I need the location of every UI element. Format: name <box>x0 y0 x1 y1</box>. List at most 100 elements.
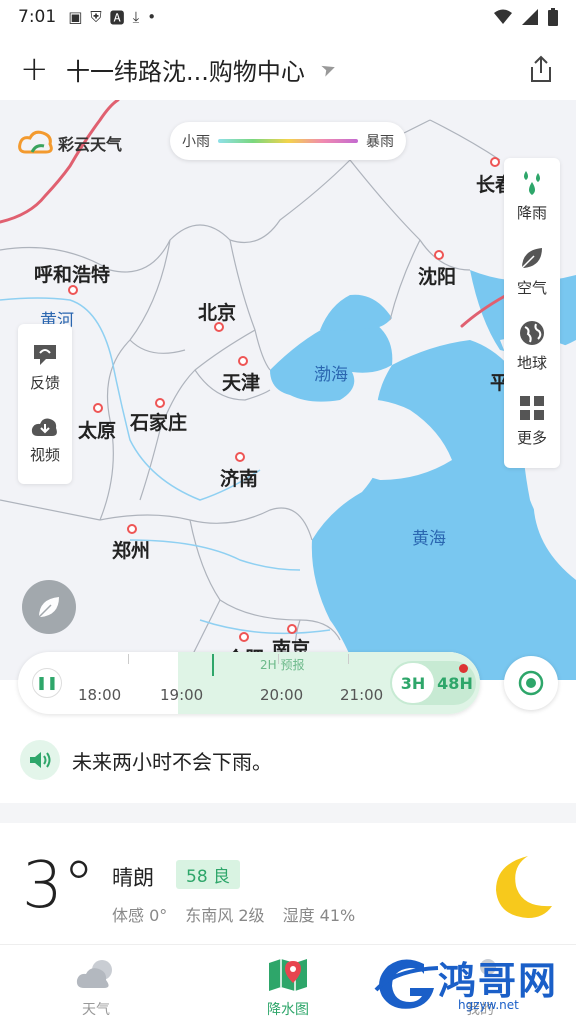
battery-icon <box>548 8 558 26</box>
leaf-icon <box>38 597 59 618</box>
dot-icon: • <box>147 8 157 26</box>
city-dot <box>239 632 249 642</box>
label-huanghai: 黄海 <box>412 529 446 549</box>
weather-details: 体感 0° 东南风 2级 湿度 41% <box>112 902 355 926</box>
feedback-button[interactable]: 反馈 <box>30 340 60 412</box>
layer-globe-label: 地球 <box>516 354 547 372</box>
current-temperature: 3° <box>22 849 95 923</box>
time-label: 19:00 <box>160 686 204 704</box>
city-shenyang[interactable]: 沈阳 <box>418 262 456 289</box>
raindrop-icon <box>523 171 540 195</box>
city-taiyuan[interactable]: 太原 <box>78 416 116 443</box>
download-icon: ⤓ <box>132 8 140 26</box>
legend-high-label: 暴雨 <box>366 134 394 150</box>
current-weather[interactable]: 3° 晴朗 58 良 体感 0° 东南风 2级 湿度 41% <box>0 830 576 942</box>
brand-name: 彩云天气 <box>58 135 123 154</box>
city-jinan[interactable]: 济南 <box>220 464 258 491</box>
shield-icon: ⛨ <box>90 8 102 26</box>
cloud-icon <box>76 960 112 988</box>
city-zhengzhou[interactable]: 郑州 <box>112 536 150 563</box>
rain-legend: 小雨 暴雨 <box>170 122 406 160</box>
moon-icon <box>496 856 552 918</box>
rain-map[interactable]: 彩云天气 小雨 暴雨 长春 呼和浩特 沈阳 北京 天津 太原 石家庄 济南 郑州… <box>0 100 576 680</box>
weather-condition: 晴朗 <box>112 866 154 890</box>
city-dot <box>434 250 444 260</box>
target-icon <box>518 670 544 696</box>
speaker-button[interactable] <box>20 740 60 780</box>
nav-weather[interactable]: 天气 <box>0 945 192 1024</box>
leaf-icon <box>521 248 542 269</box>
signal-icon <box>522 9 538 25</box>
feedback-label: 反馈 <box>29 374 60 392</box>
share-icon[interactable] <box>526 54 556 84</box>
city-shijiazhuang[interactable]: 石家庄 <box>130 408 187 435</box>
speaker-icon <box>30 752 51 768</box>
range-switch[interactable]: 3H 48H <box>390 661 476 705</box>
font-icon: 🅰 <box>109 8 125 27</box>
layer-air-label: 空气 <box>516 279 547 297</box>
range-48h-option[interactable]: 48H <box>434 663 476 703</box>
layer-globe-button[interactable]: 地球 <box>517 318 547 393</box>
time-label: 18:00 <box>78 686 122 704</box>
city-dot <box>235 452 245 462</box>
city-huhehaote[interactable]: 呼和浩特 <box>34 260 110 287</box>
aqi-badge[interactable]: 58 良 <box>176 860 241 889</box>
layer-rain-button[interactable]: 降雨 <box>517 168 547 243</box>
watermark-url: hgzyw.net <box>458 998 519 1012</box>
notification-dot <box>459 664 468 673</box>
humidity: 湿度 41% <box>282 906 356 925</box>
city-beijing[interactable]: 北京 <box>198 298 236 325</box>
city-tianjin[interactable]: 天津 <box>222 368 260 395</box>
city-dot <box>93 403 103 413</box>
city-dot <box>155 398 165 408</box>
pause-button[interactable]: ❚❚ <box>32 668 62 698</box>
summary-text: 未来两小时不会下雨。 <box>72 749 272 774</box>
label-bohai: 渤海 <box>314 365 348 385</box>
image-icon: ▣ <box>68 8 83 26</box>
rain-summary: 未来两小时不会下雨。 <box>20 740 272 780</box>
location-title[interactable]: 十一纬路沈...购物中心 <box>66 52 305 87</box>
locate-button[interactable] <box>504 656 558 710</box>
watermark-title: 鸿哥网 <box>438 959 559 1003</box>
add-location-button[interactable]: + <box>20 52 60 86</box>
tool-panel: 反馈 视频 <box>18 324 72 484</box>
globe-icon <box>519 321 544 345</box>
legend-gradient-bar <box>218 139 358 143</box>
city-dot <box>238 356 248 366</box>
cloud-download-icon <box>31 418 57 436</box>
cloud-logo-icon <box>18 130 53 154</box>
nav-radar-label: 降水图 <box>267 1002 309 1018</box>
status-time: 7:01 <box>18 7 57 27</box>
feedback-icon <box>33 345 56 365</box>
layer-air-button[interactable]: 空气 <box>517 243 547 318</box>
section-divider <box>0 803 576 823</box>
feels-like: 体感 0° <box>112 906 168 925</box>
wind: 东南风 2级 <box>185 906 265 925</box>
time-label: 21:00 <box>340 686 384 704</box>
time-label: 20:00 <box>260 686 304 704</box>
forecast-label: 2H 预报 <box>260 658 305 672</box>
navigation-arrow-icon: ➤ <box>317 56 340 82</box>
time-cursor[interactable] <box>212 654 214 676</box>
grid-icon <box>519 396 544 420</box>
nav-radar[interactable]: 降水图 <box>192 945 384 1024</box>
more-button[interactable]: 更多 <box>517 393 547 468</box>
video-button[interactable]: 视频 <box>30 412 60 484</box>
nav-weather-label: 天气 <box>82 1002 110 1018</box>
city-dot <box>127 524 137 534</box>
range-3h-option[interactable]: 3H <box>392 663 434 703</box>
time-slider[interactable]: ❚❚ 2H 预报 18:00 19:00 20:00 21:00 3H 48H <box>18 652 480 714</box>
layer-panel: 降雨 空气 地球 更多 <box>504 158 560 468</box>
watermark: 鸿哥网 hgzyw.net <box>372 948 572 1020</box>
location-header: + 十一纬路沈...购物中心 ➤ <box>0 34 576 104</box>
city-dot <box>490 157 500 167</box>
more-label: 更多 <box>516 429 547 447</box>
watermark-logo-icon <box>374 959 439 1009</box>
status-bar: 7:01 ▣ ⛨ 🅰 ⤓ • <box>0 0 576 34</box>
time-tick <box>128 654 129 664</box>
layer-rain-label: 降雨 <box>516 204 547 222</box>
air-quality-toggle[interactable] <box>22 580 76 634</box>
city-dot <box>287 624 297 634</box>
brand-logo: 彩云天气 <box>18 130 122 156</box>
time-tick <box>348 654 349 664</box>
